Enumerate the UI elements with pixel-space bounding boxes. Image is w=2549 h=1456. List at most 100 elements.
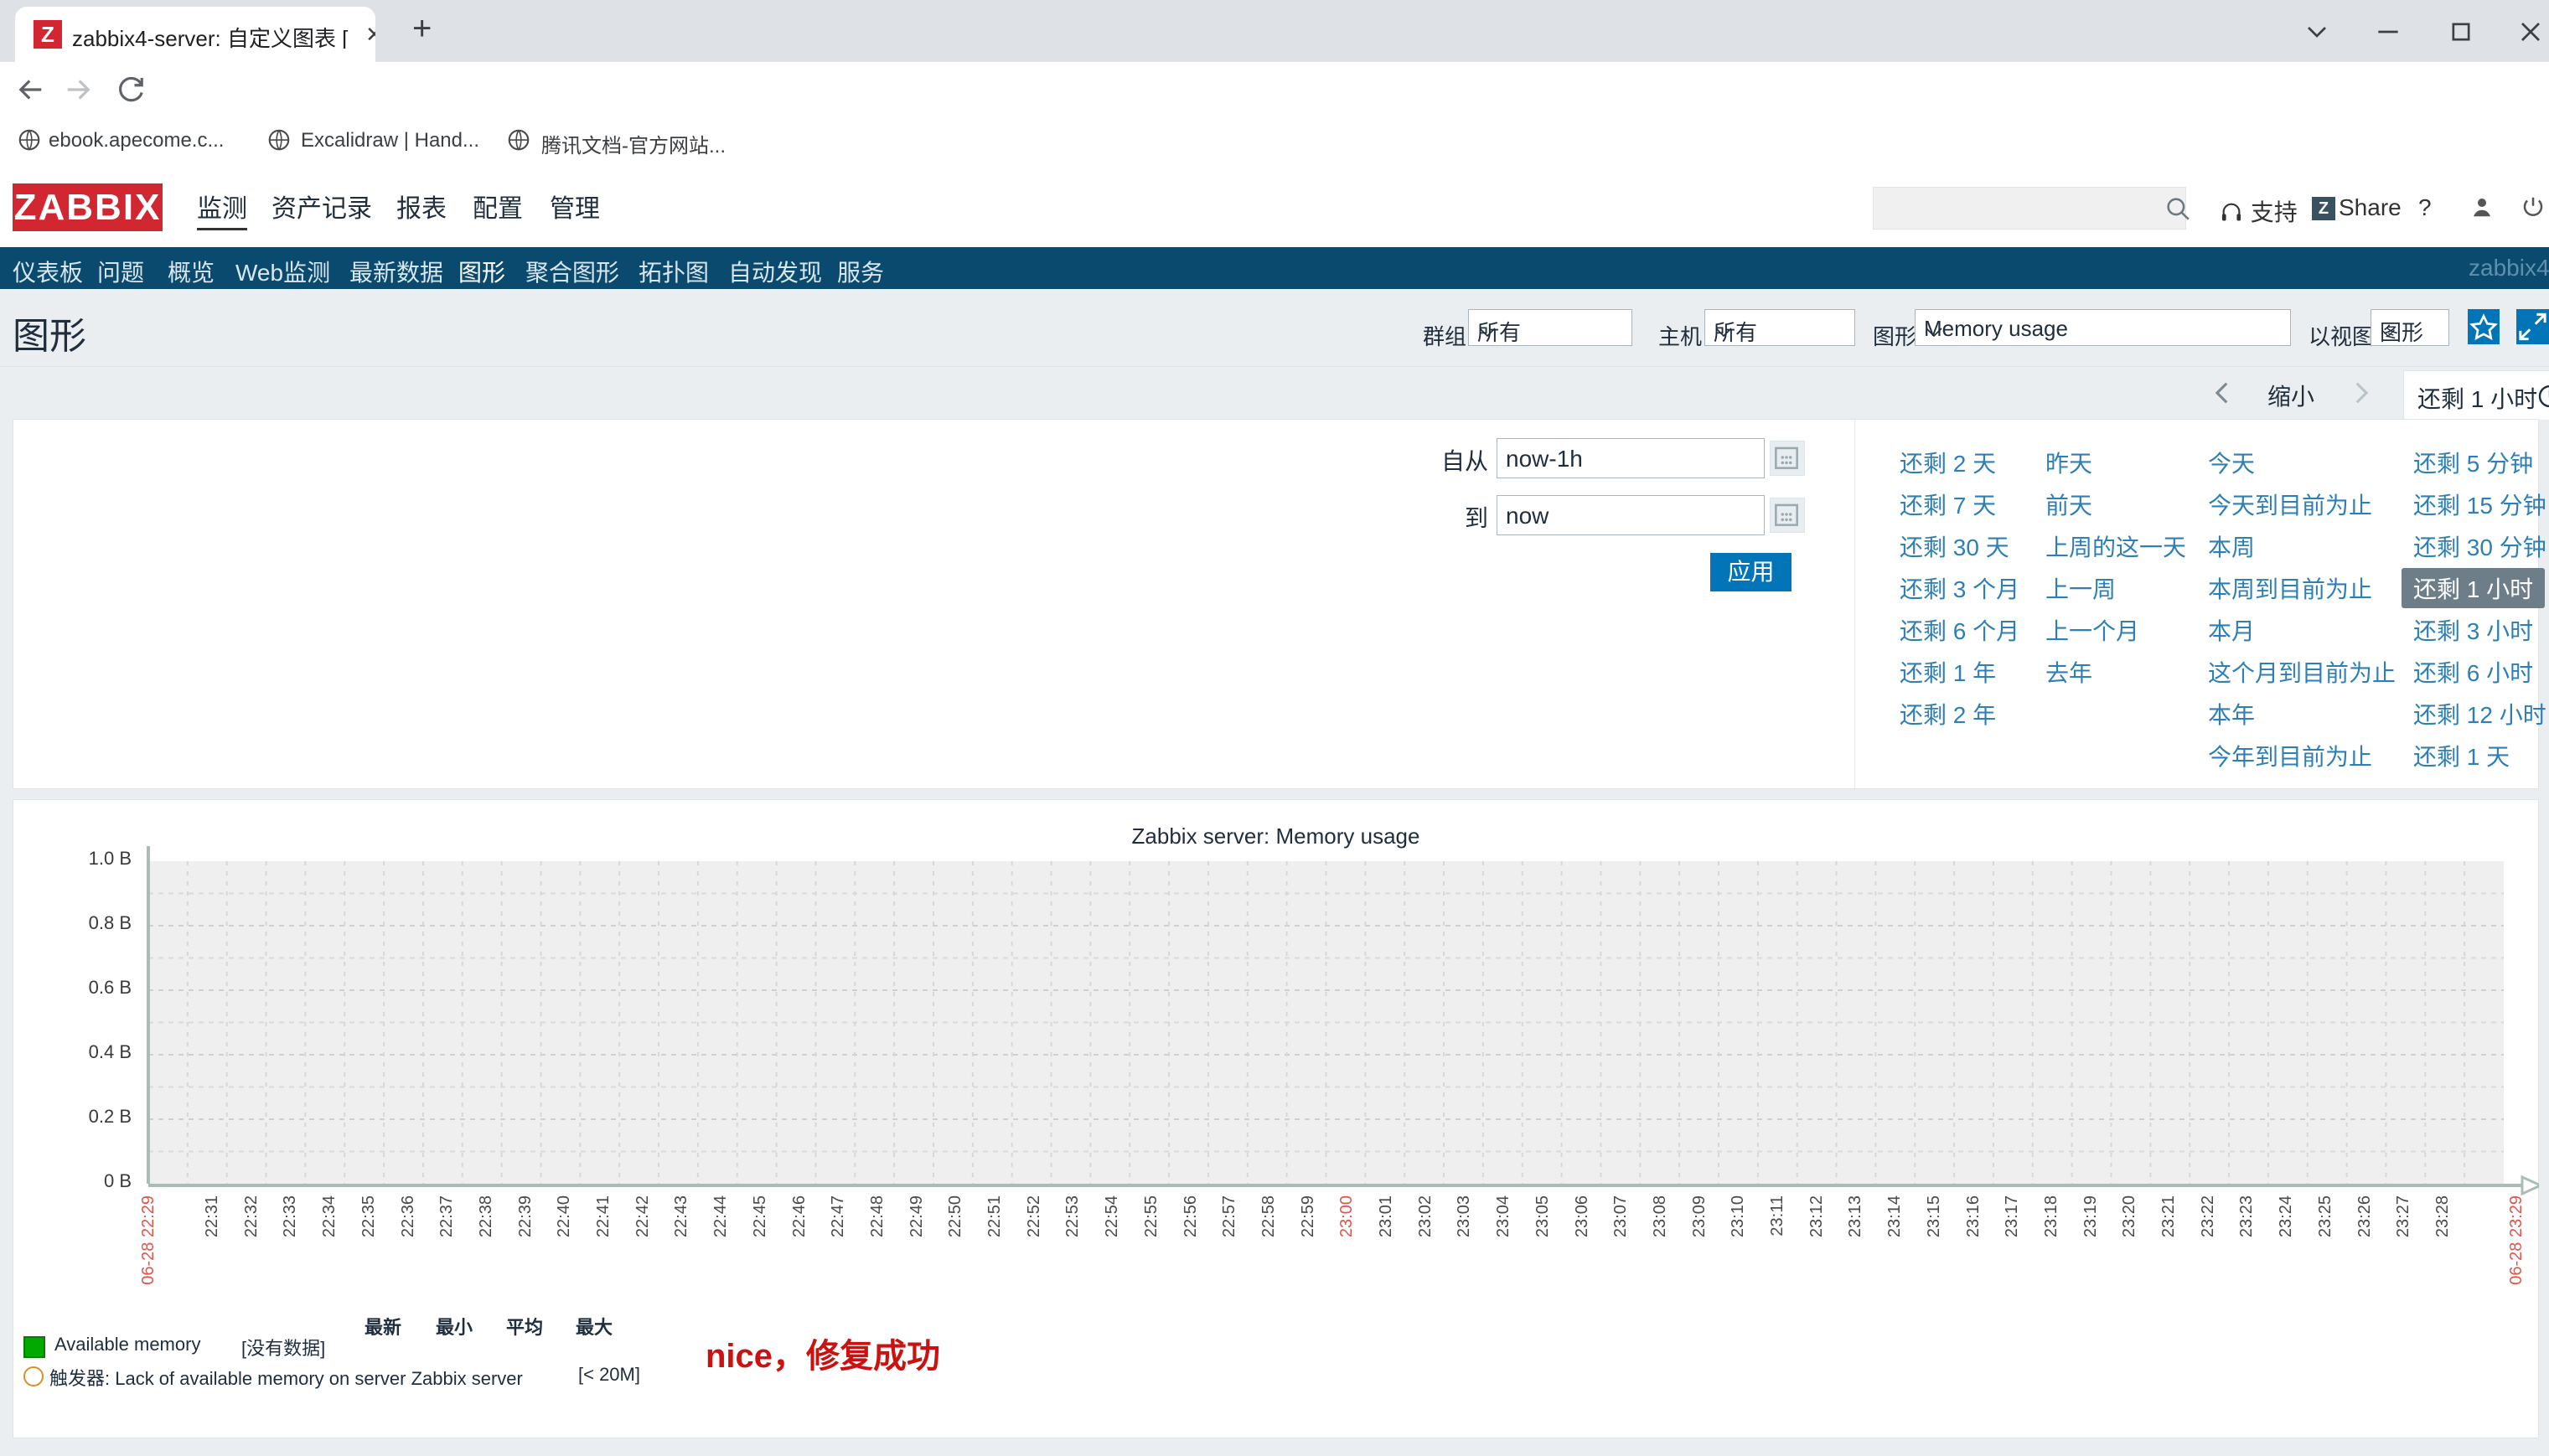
- global-search-input[interactable]: [1873, 187, 2186, 230]
- time-range-还剩 7 天[interactable]: 还剩 7 天: [1900, 488, 1996, 521]
- sign-out-icon[interactable]: [2519, 194, 2547, 225]
- time-range-去年[interactable]: 去年: [2045, 655, 2092, 689]
- minimize-window-icon[interactable]: [2371, 15, 2405, 49]
- subnav-item-聚合图形[interactable]: 聚合图形: [525, 255, 619, 288]
- x-axis-tick-label: 22:44: [711, 1195, 731, 1237]
- filter-graph-select[interactable]: Memory usage: [1915, 309, 2291, 346]
- time-range-还剩 1 天[interactable]: 还剩 1 天: [2413, 739, 2510, 772]
- time-range-今年到目前为止[interactable]: 今年到目前为止: [2208, 739, 2372, 772]
- globe-icon[interactable]: [17, 127, 42, 157]
- x-axis-tick-label: 23:19: [2081, 1195, 2101, 1237]
- x-axis-tick-label: 22:35: [359, 1195, 379, 1237]
- time-range-还剩 30 天[interactable]: 还剩 30 天: [1900, 529, 2009, 563]
- time-range-本年[interactable]: 本年: [2208, 697, 2255, 731]
- time-range-上周的这一天[interactable]: 上周的这一天: [2045, 529, 2186, 563]
- time-range-本周到目前为止[interactable]: 本周到目前为止: [2208, 571, 2372, 605]
- support-link[interactable]: 支持: [2219, 194, 2298, 228]
- chevron-down-icon: [2380, 320, 2442, 346]
- share-label: Share: [2339, 194, 2402, 220]
- share-link[interactable]: ZShare: [2312, 194, 2402, 221]
- x-axis-tick-label: 23:03: [1455, 1195, 1474, 1237]
- time-range-还剩 6 小时[interactable]: 还剩 6 小时: [2413, 655, 2533, 689]
- filter-group-select[interactable]: 所有: [1468, 309, 1632, 346]
- nav-item-资产记录[interactable]: 资产记录: [271, 188, 372, 225]
- subnav-item-概览[interactable]: 概览: [168, 255, 215, 288]
- chevron-down-icon: [1477, 320, 1625, 346]
- time-prev-icon[interactable]: [2209, 379, 2237, 411]
- user-profile-icon[interactable]: [2468, 194, 2496, 225]
- subnav-item-拓扑图[interactable]: 拓扑图: [639, 255, 709, 288]
- time-range-前天[interactable]: 前天: [2045, 488, 2092, 521]
- time-range-还剩 1 小时[interactable]: 还剩 1 小时: [2402, 568, 2545, 608]
- browser-tab[interactable]: Z zabbix4-server: 自定义图表 [每 ✕: [15, 7, 375, 62]
- bookmark-item[interactable]: Excalidraw | Hand...: [301, 129, 479, 152]
- from-input[interactable]: now-1h: [1497, 438, 1765, 478]
- zoom-out-button[interactable]: 缩小: [2267, 379, 2314, 412]
- subnav-item-Web监测[interactable]: Web监测: [235, 255, 330, 288]
- filter-view-select[interactable]: 图形: [2371, 309, 2449, 346]
- to-input[interactable]: now: [1497, 495, 1765, 535]
- time-range-还剩 6 个月[interactable]: 还剩 6 个月: [1900, 613, 2019, 647]
- time-range-还剩 5 分钟[interactable]: 还剩 5 分钟: [2413, 446, 2533, 479]
- subnav-item-最新数据[interactable]: 最新数据: [349, 255, 443, 288]
- time-range-还剩 2 年[interactable]: 还剩 2 年: [1900, 697, 1996, 731]
- time-range-还剩 15 分钟[interactable]: 还剩 15 分钟: [2413, 488, 2546, 521]
- tencent-docs-icon[interactable]: [506, 127, 531, 157]
- time-range-tab[interactable]: 还剩 1 小时: [2403, 370, 2549, 420]
- nav-item-管理[interactable]: 管理: [550, 188, 600, 225]
- from-value: now-1h: [1506, 446, 1583, 472]
- to-calendar-icon[interactable]: [1770, 498, 1805, 533]
- close-tab-icon[interactable]: ✕: [365, 22, 375, 48]
- time-range-上一个月[interactable]: 上一个月: [2045, 613, 2139, 647]
- search-icon[interactable]: [2164, 194, 2192, 227]
- nav-item-配置[interactable]: 配置: [473, 188, 523, 225]
- time-range-这个月到目前为止[interactable]: 这个月到目前为止: [2208, 655, 2396, 689]
- forward-icon[interactable]: [60, 72, 96, 111]
- time-range-还剩 1 年[interactable]: 还剩 1 年: [1900, 655, 1996, 689]
- time-range-还剩 30 分钟[interactable]: 还剩 30 分钟: [2413, 529, 2546, 563]
- time-range-本周[interactable]: 本周: [2208, 529, 2255, 563]
- legend-threshold-name: 触发器: Lack of available memory on server …: [49, 1364, 523, 1391]
- zabbix-logo[interactable]: ZABBIX: [13, 183, 163, 231]
- apply-button[interactable]: 应用: [1710, 553, 1792, 591]
- filter-host-select[interactable]: 所有: [1704, 309, 1855, 346]
- x-axis-tick-label: 23:09: [1690, 1195, 1709, 1237]
- time-range-还剩 12 小时[interactable]: 还剩 12 小时: [2413, 697, 2546, 731]
- excalidraw-icon[interactable]: [266, 127, 292, 157]
- subnav-item-自动发现[interactable]: 自动发现: [728, 255, 822, 288]
- x-axis-tick-label: 22:41: [594, 1195, 613, 1237]
- time-range-本月[interactable]: 本月: [2208, 613, 2255, 647]
- x-axis-tick-label: 23:26: [2355, 1195, 2375, 1237]
- legend-column-header: 最大: [544, 1313, 644, 1340]
- help-link[interactable]: ?: [2418, 194, 2432, 221]
- new-tab-button[interactable]: +: [412, 12, 432, 45]
- subnav-item-图形[interactable]: 图形: [458, 255, 505, 294]
- filter-graph-label: 图形: [1873, 320, 1916, 351]
- maximize-window-icon[interactable]: [2444, 15, 2478, 49]
- time-range-今天[interactable]: 今天: [2208, 446, 2255, 479]
- from-calendar-icon[interactable]: [1770, 441, 1805, 476]
- subnav-item-服务[interactable]: 服务: [837, 255, 884, 288]
- tab-search-chevron-down-icon[interactable]: [2300, 15, 2334, 49]
- time-range-昨天[interactable]: 昨天: [2045, 446, 2092, 479]
- add-to-favorites-button[interactable]: [2468, 309, 2500, 344]
- subnav-item-仪表板[interactable]: 仪表板: [13, 255, 83, 288]
- nav-item-监测[interactable]: 监测: [197, 188, 247, 230]
- x-axis-tick-label: 23:15: [1925, 1195, 1944, 1237]
- subnav-item-问题[interactable]: 问题: [97, 255, 144, 288]
- y-axis-tick-label: 0 B: [6, 1170, 132, 1192]
- time-range-还剩 3 个月[interactable]: 还剩 3 个月: [1900, 571, 2019, 605]
- time-range-今天到目前为止[interactable]: 今天到目前为止: [2208, 488, 2372, 521]
- time-range-还剩 2 天[interactable]: 还剩 2 天: [1900, 446, 1996, 479]
- bookmark-item[interactable]: 腾讯文档-官方网站...: [541, 129, 726, 158]
- time-next-icon[interactable]: [2346, 379, 2375, 411]
- close-window-icon[interactable]: [2514, 15, 2547, 49]
- nav-item-报表[interactable]: 报表: [396, 188, 447, 225]
- bookmark-item[interactable]: ebook.apecome.c...: [49, 129, 224, 152]
- back-icon[interactable]: [13, 72, 49, 111]
- time-range-还剩 3 小时[interactable]: 还剩 3 小时: [2413, 613, 2533, 647]
- time-range-上一周[interactable]: 上一周: [2045, 571, 2116, 605]
- fullscreen-button[interactable]: [2516, 309, 2549, 344]
- reload-icon[interactable]: [114, 72, 149, 111]
- x-axis-tick-label: 23:06: [1573, 1195, 1592, 1237]
